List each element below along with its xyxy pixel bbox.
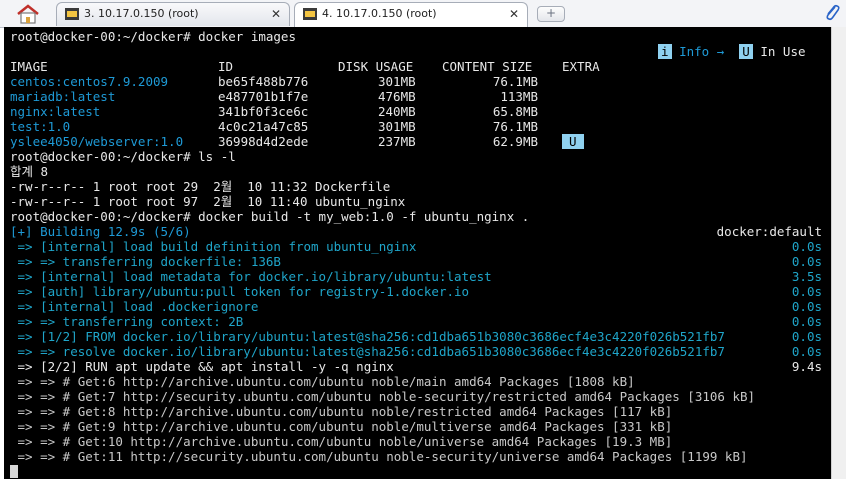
info-badge: i xyxy=(658,44,672,59)
image-content-size: 76.1MB xyxy=(492,119,538,134)
in-use-badge: U xyxy=(562,134,584,149)
image-disk-usage: 240MB xyxy=(378,104,416,119)
step-text: => [internal] load metadata for docker.i… xyxy=(10,269,492,284)
step-text: => [internal] load .dockerignore xyxy=(10,299,259,314)
close-icon[interactable]: ✕ xyxy=(509,3,519,25)
legend: i Info → U In Use xyxy=(658,44,806,59)
step-time: 0.0s xyxy=(791,254,822,269)
image-name: nginx:latest xyxy=(10,104,101,119)
image-row: mariadb:latest e487701b1f7e 476MB 113MB xyxy=(10,89,830,104)
build-step: => => resolve docker.io/library/ubuntu:l… xyxy=(10,344,822,359)
step-text: => [2/2] RUN apt update && apt install -… xyxy=(10,359,394,374)
image-content-size: 113MB xyxy=(500,89,538,104)
image-name: yslee4050/webserver:1.0 xyxy=(10,134,184,149)
in-use-legend-label: In Use xyxy=(760,44,806,59)
image-id: 36998d4d2ede xyxy=(218,134,309,149)
build-step-running: => [2/2] RUN apt update && apt install -… xyxy=(10,359,822,374)
col-image: IMAGE xyxy=(10,59,48,74)
col-disk-usage: DISK USAGE xyxy=(338,59,414,74)
image-content-size: 76.1MB xyxy=(492,74,538,89)
images-header: IMAGE ID DISK USAGE CONTENT SIZE EXTRA xyxy=(10,59,830,74)
build-step: => => transferring dockerfile: 136B 0.0s xyxy=(10,254,822,269)
prompt-line: root@docker-00:~/docker# docker build -t… xyxy=(10,209,530,224)
col-id: ID xyxy=(218,59,234,74)
run-output-line: => => # Get:9 http://archive.ubuntu.com/… xyxy=(10,419,673,434)
step-text: => [auth] library/ubuntu:pull token for … xyxy=(10,284,470,299)
image-content-size: 62.9MB xyxy=(492,134,538,149)
step-time: 0.0s xyxy=(791,239,822,254)
vertical-scrollbar[interactable] xyxy=(831,27,846,479)
build-progress: [+] Building 12.9s (5/6) xyxy=(10,224,191,239)
image-id: be65f488b776 xyxy=(218,74,309,89)
tab-session-4[interactable]: 4. 10.17.0.150 (root) ✕ xyxy=(294,2,528,28)
terminal-output[interactable]: root@docker-00:~/docker# docker images i… xyxy=(4,27,831,479)
image-name: mariadb:latest xyxy=(10,89,116,104)
step-text: => => transferring context: 2B xyxy=(10,314,244,329)
ls-row: -rw-r--r-- 1 root root 29 2월 10 11:32 Do… xyxy=(10,179,391,194)
step-text: => [1/2] FROM docker.io/library/ubuntu:l… xyxy=(10,329,725,344)
close-icon[interactable]: ✕ xyxy=(271,3,281,25)
terminal-tab-icon xyxy=(65,8,79,20)
image-disk-usage: 476MB xyxy=(378,89,416,104)
image-disk-usage: 301MB xyxy=(378,119,416,134)
run-output-line: => => # Get:8 http://archive.ubuntu.com/… xyxy=(10,404,673,419)
image-id: e487701b1f7e xyxy=(218,89,309,104)
terminal-tab-icon xyxy=(303,8,317,20)
text-cursor xyxy=(10,465,18,478)
prompt-line: root@docker-00:~/docker# docker images xyxy=(10,29,296,44)
step-time: 0.0s xyxy=(791,344,822,359)
tab-session-3[interactable]: 3. 10.17.0.150 (root) ✕ xyxy=(56,2,290,26)
step-time: 0.0s xyxy=(791,314,822,329)
step-time: 3.5s xyxy=(791,269,822,284)
step-time: 9.4s xyxy=(791,359,822,374)
build-step: => [internal] load build definition from… xyxy=(10,239,822,254)
image-row: nginx:latest 341bf0f3ce6c 240MB 65.8MB xyxy=(10,104,830,119)
tab-title: 3. 10.17.0.150 (root) xyxy=(84,7,199,20)
step-text: => => transferring dockerfile: 136B xyxy=(10,254,281,269)
tab-title: 4. 10.17.0.150 (root) xyxy=(322,7,437,20)
image-content-size: 65.8MB xyxy=(492,104,538,119)
image-id: 341bf0f3ce6c xyxy=(218,104,309,119)
build-step: => [auth] library/ubuntu:pull token for … xyxy=(10,284,822,299)
step-time: 0.0s xyxy=(791,329,822,344)
image-name: test:1.0 xyxy=(10,119,71,134)
image-row: yslee4050/webserver:1.0 36998d4d2ede 237… xyxy=(10,134,830,149)
col-content-size: CONTENT SIZE xyxy=(442,59,533,74)
run-output-line: => => # Get:10 http://archive.ubuntu.com… xyxy=(10,434,673,449)
step-text: => => resolve docker.io/library/ubuntu:l… xyxy=(10,344,725,359)
build-step: => [internal] load .dockerignore 0.0s xyxy=(10,299,822,314)
run-output-line: => => # Get:6 http://archive.ubuntu.com/… xyxy=(10,374,635,389)
new-tab-button[interactable]: + xyxy=(537,6,565,22)
image-row: test:1.0 4c0c21a47c85 301MB 76.1MB xyxy=(10,119,830,134)
info-legend-label: Info → xyxy=(679,44,725,59)
build-step: => => transferring context: 2B 0.0s xyxy=(10,314,822,329)
build-step: => [internal] load metadata for docker.i… xyxy=(10,269,822,284)
step-time: 0.0s xyxy=(791,299,822,314)
ls-total: 합계 8 xyxy=(10,164,49,179)
step-time: 0.0s xyxy=(791,284,822,299)
run-output-line: => => # Get:11 http://security.ubuntu.co… xyxy=(10,449,748,464)
image-row: centos:centos7.9.2009 be65f488b776 301MB… xyxy=(10,74,830,89)
build-step: => [1/2] FROM docker.io/library/ubuntu:l… xyxy=(10,329,822,344)
run-output-line: => => # Get:7 http://security.ubuntu.com… xyxy=(10,389,756,404)
build-driver: docker:default xyxy=(716,224,822,239)
paperclip-icon[interactable] xyxy=(823,3,841,23)
step-text: => [internal] load build definition from… xyxy=(10,239,417,254)
in-use-badge: U xyxy=(739,44,753,59)
col-extra: EXTRA xyxy=(562,59,600,74)
prompt-line: root@docker-00:~/docker# ls -l xyxy=(10,149,236,164)
home-icon[interactable] xyxy=(10,3,46,25)
image-name: centos:centos7.9.2009 xyxy=(10,74,169,89)
tab-bar: 3. 10.17.0.150 (root) ✕ 4. 10.17.0.150 (… xyxy=(0,0,846,28)
ls-row: -rw-r--r-- 1 root root 97 2월 10 11:40 ub… xyxy=(10,194,406,209)
image-disk-usage: 301MB xyxy=(378,74,416,89)
image-id: 4c0c21a47c85 xyxy=(218,119,309,134)
build-status: [+] Building 12.9s (5/6) docker:default xyxy=(10,224,822,239)
image-disk-usage: 237MB xyxy=(378,134,416,149)
